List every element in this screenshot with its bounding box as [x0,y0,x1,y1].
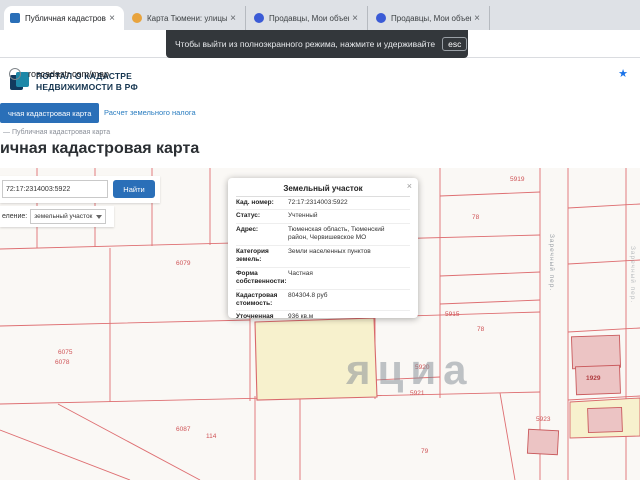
parcel-number: 6079 [176,260,191,267]
popup-title: Земельный участок [236,184,410,197]
notice-text: Чтобы выйти из полноэкранного режима, на… [175,39,436,49]
street-name-label: Заречный пер. [548,234,555,292]
chevron-down-icon [96,214,103,219]
esc-key-badge: esc [442,37,468,51]
search-button[interactable]: Найти [113,180,155,198]
map-watermark: яциа [346,346,474,393]
building [526,428,560,456]
row-label: Категория земель: [236,247,269,264]
row-value: Земли населенных пунктов [288,247,371,255]
browser-tab-sellers-2[interactable]: Продавцы, Мои объекты × [370,6,490,30]
popup-row: Форма собственности: Частная [236,268,410,290]
row-label: Кадастровая стоимость: [236,291,278,307]
popup-row: Кад. номер: 72:17:2314003:5922 [236,197,410,211]
popup-row: Категория земель: Земли населенных пункт… [236,246,410,268]
parcel-number: 5915 [445,311,460,318]
selected-option: земельный участок [34,213,93,220]
tab-favicon [376,13,386,23]
parcel-number: 114 [206,433,217,440]
tab-title: Продавцы, Мои объекты [269,13,349,23]
browser-tab-sellers-1[interactable]: Продавцы, Мои объекты × [248,6,368,30]
row-value: 72:17:2314003:5922 [288,199,348,206]
site-info-icon[interactable] [9,68,21,80]
row-value: 936 кв.м [288,313,314,318]
search-panel: 72:17:2314003:5922 Найти [0,176,160,203]
row-value: Частная [288,269,313,277]
parcel-number: 6075 [58,349,73,356]
popup-row: Уточненная площадь: 936 кв.м [236,311,410,318]
tab-favicon [10,13,20,23]
row-label: Уточненная площадь: [236,313,274,318]
fullscreen-exit-notice: Чтобы выйти из полноэкранного режима, на… [166,30,468,58]
tab-close-icon[interactable]: × [471,13,483,24]
row-label: Форма собственности: [236,269,287,286]
tab-title: Публичная кадастровая ка [25,13,106,23]
row-value: Учтенный [288,212,318,220]
building [587,406,623,434]
bookmark-star-icon[interactable]: ★ [618,67,628,80]
tab-favicon [132,13,142,23]
url-text[interactable]: roscadastr.com/map [28,69,109,79]
popup-row: Статус: Учтенный [236,210,410,224]
popup-row: Кадастровая стоимость: 804304.8 руб [236,290,410,312]
parcel-number: 5919 [510,176,525,183]
parcel-info-popup: Земельный участок × Кад. номер: 72:17:23… [228,178,418,318]
parcel-number: 6078 [55,359,70,366]
tab-title: Продавцы, Мои объекты [391,13,471,23]
tab-public-cadastral-map[interactable]: чная кадастровая карта [0,103,100,123]
row-label: Кад. номер: [236,199,274,206]
layer-filter-panel: еление: земельный участок [0,206,114,227]
browser-tab-cadastral[interactable]: Публичная кадастровая ка × [4,6,124,30]
filter-label: еление: [2,213,28,220]
page-title: ичная кадастровая карта [0,140,200,157]
parcel-number: 78 [477,326,485,333]
parcel-number: 6087 [176,426,191,433]
popup-row: Адрес: Тюменская область, Тюменский райо… [236,224,410,246]
parcel-number: 79 [421,448,429,455]
browser-tab-tyumen-map[interactable]: Карта Тюмени: улицы, дом × [126,6,246,30]
tab-close-icon[interactable]: × [349,13,361,24]
tab-close-icon[interactable]: × [227,13,239,24]
tab-favicon [254,13,264,23]
row-value: 804304.8 руб [288,291,328,299]
browser-tab-strip: Публичная кадастровая ка × Карта Тюмени:… [0,0,640,30]
parcel-number: 5923 [536,416,551,423]
row-label: Адрес: [236,225,259,233]
object-type-select[interactable]: земельный участок [30,209,107,224]
tab-close-icon[interactable]: × [106,13,118,24]
parcel-number: 78 [472,214,480,221]
breadcrumb: — Публичная кадастровая карта [3,129,111,136]
building [570,334,622,370]
row-value: Тюменская область, Тюменский район, Черв… [288,225,385,242]
cadastral-number-input[interactable]: 72:17:2314003:5922 [2,180,108,198]
tab-land-tax-calc[interactable]: Расчет земельного налога [104,108,196,117]
building-number: 1929 [586,375,601,382]
row-label: Статус: [236,212,261,220]
street-name-label: Заречный пер. [629,246,636,304]
tab-title: Карта Тюмени: улицы, дом [147,13,227,23]
close-icon[interactable]: × [407,181,412,191]
